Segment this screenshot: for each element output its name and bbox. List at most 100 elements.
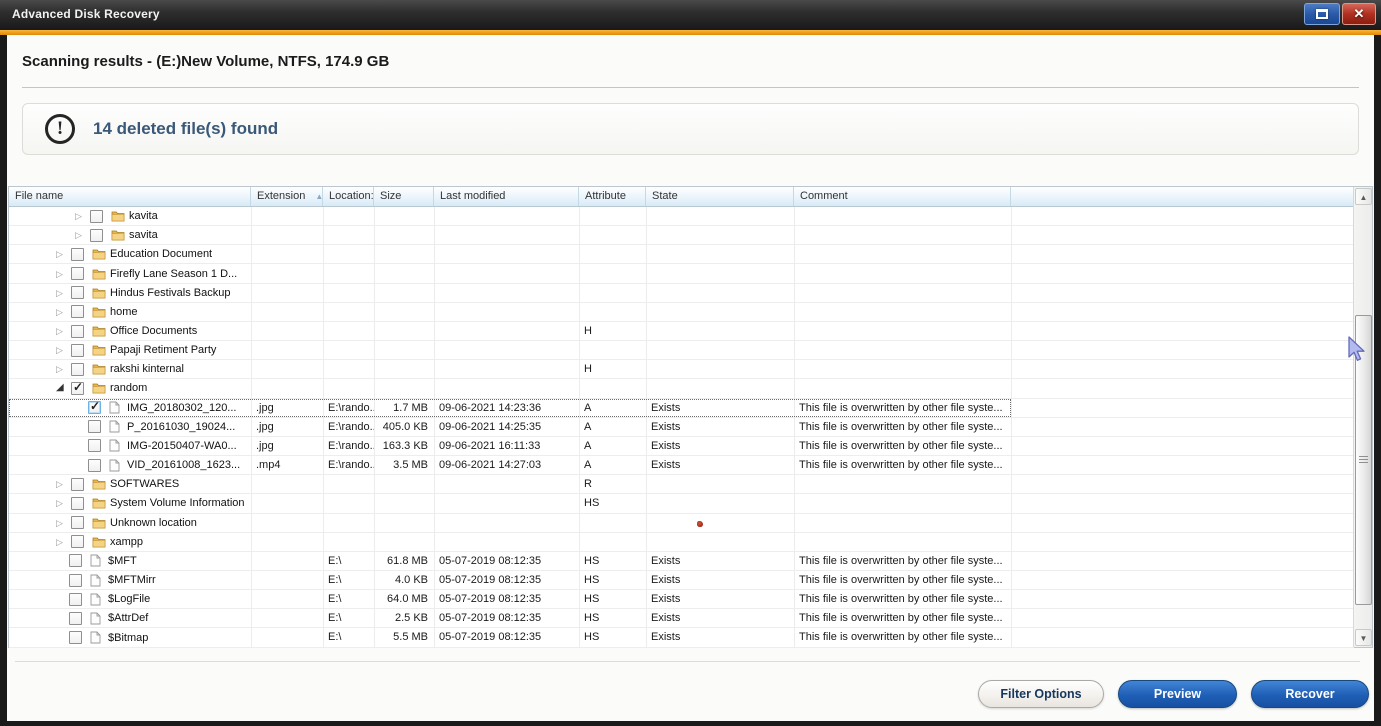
expand-arrow-icon[interactable]: ▷ <box>56 533 71 551</box>
scrollbar-thumb[interactable] <box>1355 315 1372 605</box>
row-checkbox[interactable] <box>90 210 103 223</box>
cell-state <box>646 475 794 493</box>
collapse-arrow-icon[interactable]: ◢ <box>56 379 71 397</box>
expand-arrow-icon[interactable]: ▷ <box>56 265 71 283</box>
expand-arrow-icon[interactable]: ▷ <box>56 341 71 359</box>
column-header-size[interactable]: Size <box>374 187 434 206</box>
table-row-folder[interactable]: ▷home <box>9 303 1354 322</box>
cell-comment <box>794 245 1011 263</box>
folder-icon <box>111 209 126 223</box>
table-row-folder[interactable]: ▷SOFTWARESR <box>9 475 1354 494</box>
column-header-modified[interactable]: Last modified <box>434 187 579 206</box>
expand-arrow-icon[interactable]: ▷ <box>56 322 71 340</box>
file-icon <box>109 420 124 434</box>
row-checkbox[interactable] <box>88 439 101 452</box>
expand-arrow-icon[interactable]: ▷ <box>56 514 71 532</box>
cell-size: 1.7 MB <box>374 399 434 417</box>
row-checkbox[interactable] <box>71 325 84 338</box>
expand-arrow-icon[interactable]: ▷ <box>56 284 71 302</box>
expand-arrow-icon[interactable]: ▷ <box>56 245 71 263</box>
cell-loc <box>323 226 374 244</box>
table-row-file[interactable]: $MFTE:\61.8 MB05-07-2019 08:12:35HSExist… <box>9 552 1354 571</box>
table-row-file[interactable]: ✓IMG_20180302_120....jpgE:\rando...1.7 M… <box>9 399 1354 418</box>
column-header-name[interactable]: File name <box>9 187 251 206</box>
row-checkbox[interactable] <box>71 363 84 376</box>
close-button[interactable]: ✕ <box>1342 3 1376 25</box>
row-checkbox[interactable] <box>88 459 101 472</box>
table-row-file[interactable]: $AttrDefE:\2.5 KB05-07-2019 08:12:35HSEx… <box>9 609 1354 628</box>
tree-name-cell: ▷home <box>9 303 251 321</box>
row-checkbox[interactable] <box>71 497 84 510</box>
cell-ext <box>251 514 323 532</box>
table-row-folder[interactable]: ▷Unknown location <box>9 514 1354 533</box>
expand-arrow-icon[interactable]: ▷ <box>75 207 90 225</box>
cell-ext: .jpg <box>251 437 323 455</box>
app-window: Advanced Disk Recovery ✕ Scanning result… <box>0 0 1381 726</box>
cell-loc: E:\ <box>323 552 374 570</box>
row-checkbox[interactable] <box>88 420 101 433</box>
row-checkbox[interactable] <box>71 267 84 280</box>
column-header-state[interactable]: State <box>646 187 794 206</box>
expand-arrow-icon[interactable]: ▷ <box>75 226 90 244</box>
main-content: Scanning results - (E:)New Volume, NTFS,… <box>7 35 1374 721</box>
cell-state: Exists <box>646 418 794 436</box>
table-row-folder[interactable]: ▷ Papaji Retiment Party <box>9 341 1354 360</box>
row-checkbox[interactable] <box>71 305 84 318</box>
row-checkbox[interactable] <box>71 478 84 491</box>
row-checkbox[interactable] <box>90 229 103 242</box>
expand-arrow-icon[interactable]: ▷ <box>56 494 71 512</box>
row-checkbox[interactable] <box>71 535 84 548</box>
tree-name-cell: $MFT <box>9 552 251 570</box>
maximize-restore-button[interactable] <box>1304 3 1340 25</box>
table-row-folder[interactable]: ▷Hindus Festivals Backup <box>9 284 1354 303</box>
expand-arrow-icon[interactable]: ▷ <box>56 360 71 378</box>
table-row-file[interactable]: $BitmapE:\5.5 MB05-07-2019 08:12:35HSExi… <box>9 628 1354 647</box>
scroll-down-button[interactable]: ▼ <box>1355 629 1372 646</box>
row-checkbox[interactable] <box>69 631 82 644</box>
table-row-folder[interactable]: ▷savita <box>9 226 1354 245</box>
vertical-scrollbar[interactable]: ▲ ▼ <box>1353 187 1372 647</box>
table-row-file[interactable]: IMG-20150407-WA0....jpgE:\rando...163.3 … <box>9 437 1354 456</box>
column-header-ext[interactable]: Extension▲ <box>251 187 323 206</box>
table-row-file[interactable]: VID_20161008_1623....mp4E:\rando...3.5 M… <box>9 456 1354 475</box>
filter-options-button[interactable]: Filter Options <box>978 680 1104 708</box>
row-checkbox[interactable] <box>71 286 84 299</box>
table-row-file[interactable]: $LogFileE:\64.0 MB05-07-2019 08:12:35HSE… <box>9 590 1354 609</box>
column-header-attr[interactable]: Attribute <box>579 187 646 206</box>
scroll-up-button[interactable]: ▲ <box>1355 188 1372 205</box>
table-row-folder[interactable]: ◢✓random <box>9 379 1354 398</box>
row-checkbox[interactable] <box>71 344 84 357</box>
row-checkbox-checked[interactable]: ✓ <box>71 382 84 395</box>
table-row-folder[interactable]: ▷rakshi kinternalH <box>9 360 1354 379</box>
expand-arrow-icon[interactable]: ▷ <box>56 475 71 493</box>
cell-ext <box>251 475 323 493</box>
table-row-folder[interactable]: ▷kavita <box>9 207 1354 226</box>
cell-attr <box>579 341 646 359</box>
table-row-folder[interactable]: ▷Office DocumentsH <box>9 322 1354 341</box>
column-header-loc[interactable]: Location: <box>323 187 374 206</box>
table-row-folder[interactable]: ▷xampp <box>9 533 1354 552</box>
row-checkbox[interactable] <box>71 248 84 261</box>
cell-modified: 09-06-2021 14:27:03 <box>434 456 579 474</box>
cell-attr <box>579 264 646 282</box>
table-row-folder[interactable]: ▷Education Document <box>9 245 1354 264</box>
recover-button[interactable]: Recover <box>1251 680 1369 708</box>
row-checkbox[interactable] <box>69 554 82 567</box>
table-row-file[interactable]: P_20161030_19024....jpgE:\rando...405.0 … <box>9 418 1354 437</box>
row-checkbox-checked[interactable]: ✓ <box>88 401 101 414</box>
cell-comment <box>794 303 1011 321</box>
row-checkbox[interactable] <box>69 593 82 606</box>
cell-state: Exists <box>646 399 794 417</box>
column-header-comment[interactable]: Comment <box>794 187 1011 206</box>
item-name: Papaji Retiment Party <box>110 344 216 356</box>
table-row-file[interactable]: $MFTMirrE:\4.0 KB05-07-2019 08:12:35HSEx… <box>9 571 1354 590</box>
table-row-folder[interactable]: ▷System Volume InformationHS <box>9 494 1354 513</box>
red-dot-marker-icon <box>697 521 703 527</box>
preview-button[interactable]: Preview <box>1118 680 1237 708</box>
cell-attr: H <box>579 360 646 378</box>
expand-arrow-icon[interactable]: ▷ <box>56 303 71 321</box>
row-checkbox[interactable] <box>69 574 82 587</box>
table-row-folder[interactable]: ▷Firefly Lane Season 1 D... <box>9 264 1354 283</box>
row-checkbox[interactable] <box>71 516 84 529</box>
row-checkbox[interactable] <box>69 612 82 625</box>
